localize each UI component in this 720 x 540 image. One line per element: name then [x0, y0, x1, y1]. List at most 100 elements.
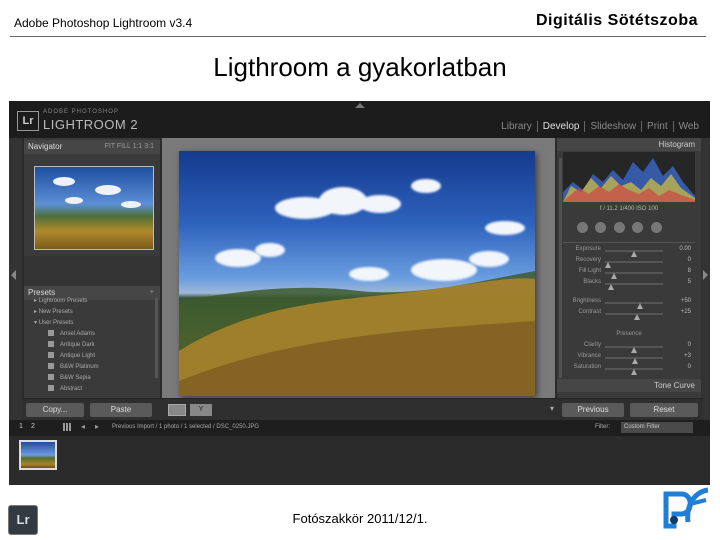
right-panel-edge[interactable] [701, 138, 710, 420]
histogram-header[interactable]: Histogram [557, 138, 701, 151]
navigator-title: Navigator [28, 142, 63, 151]
slider-value[interactable]: +25 [681, 309, 691, 315]
lightroom-screenshot: Lr ADOBE PHOTOSHOP LIGHTROOM 2 Library D… [9, 101, 710, 485]
module-print[interactable]: Print [642, 121, 674, 132]
paste-button[interactable]: Paste [90, 403, 152, 417]
left-panel-edge[interactable] [9, 138, 22, 420]
camera-club-logo-icon [663, 487, 709, 529]
module-picker: Library Develop Slideshow Print Web [496, 121, 704, 132]
preset-group[interactable]: ▸ Lightroom Presets [24, 296, 160, 307]
slider-track[interactable] [605, 272, 663, 279]
preset-item[interactable]: Antique Dark [24, 340, 160, 351]
preset-list: ▸ Lightroom Presets ▸ New Presets ▾ User… [24, 296, 160, 395]
slider-row: Vibrance +3 [563, 353, 695, 364]
reset-button[interactable]: Reset [630, 403, 698, 417]
copy-button[interactable]: Copy... [26, 403, 84, 417]
product-publisher: ADOBE PHOTOSHOP [43, 109, 119, 115]
preset-item[interactable]: B&W Platinum [24, 362, 160, 373]
histogram-chart [563, 152, 695, 202]
collapse-left-icon[interactable] [11, 270, 16, 280]
header-divider [10, 36, 706, 37]
before-after-toggle[interactable]: Y [190, 404, 212, 416]
red-eye-icon[interactable] [613, 222, 625, 233]
slider-label: Clarity [583, 342, 601, 348]
navigator-header[interactable]: Navigator FIT FILL 1:1 3:1 [24, 140, 160, 154]
preset-group[interactable]: ▸ New Presets [24, 307, 160, 318]
landscape-photo[interactable] [179, 151, 535, 396]
product-name: LIGHTROOM 2 [43, 117, 139, 132]
slider-row: Brightness +50 [563, 298, 695, 309]
left-panel-scrollbar[interactable] [155, 298, 158, 378]
filter-select[interactable]: Custom Filter [621, 422, 693, 433]
develop-toolbar: Copy... Paste Y ▾ Previous Reset [22, 398, 703, 420]
screen-1-toggle[interactable]: 1 [19, 423, 23, 430]
slider-value[interactable]: 0 [688, 257, 691, 263]
screen-2-toggle[interactable]: 2 [31, 423, 35, 430]
preset-group[interactable]: ▾ User Presets [24, 318, 160, 329]
graduated-filter-icon[interactable] [632, 222, 644, 233]
slider-track[interactable] [605, 302, 663, 309]
slider-value[interactable]: 0 [688, 364, 691, 370]
left-panel: Navigator FIT FILL 1:1 3:1 Presets + ▸ L… [24, 138, 160, 420]
slider-track[interactable] [604, 261, 663, 268]
slider-label: Brightness [572, 298, 601, 304]
slider-thumb[interactable] [631, 369, 637, 375]
slider-row: Fill Light 8 [563, 268, 695, 279]
right-panel-scrollbar[interactable] [559, 158, 562, 378]
slider-value[interactable]: +3 [684, 353, 691, 359]
preset-item[interactable]: Antique Light [24, 351, 160, 362]
module-slideshow[interactable]: Slideshow [585, 121, 643, 132]
module-web[interactable]: Web [674, 121, 704, 132]
slider-label: Blacks [583, 279, 601, 285]
slider-track[interactable] [605, 346, 663, 353]
slider-label: Contrast [578, 309, 601, 315]
slider-thumb[interactable] [633, 314, 640, 320]
develop-tools [577, 220, 677, 238]
slider-track[interactable] [605, 368, 663, 375]
navigator-preview[interactable] [34, 166, 154, 250]
preset-item[interactable]: B&W Sepia [24, 373, 160, 384]
slider-track[interactable] [605, 250, 663, 257]
crop-tool-icon[interactable] [577, 222, 588, 233]
preset-item[interactable]: Abstract [24, 384, 160, 395]
previous-button[interactable]: Previous [562, 403, 624, 417]
tone-curve-header[interactable]: Tone Curve [557, 379, 701, 392]
collapse-right-icon[interactable] [703, 270, 708, 280]
module-develop[interactable]: Develop [538, 121, 586, 132]
footer-text: Fotószakkör 2011/12/1. [292, 511, 428, 526]
grid-view-icon[interactable] [63, 423, 71, 431]
slider-value[interactable]: 8 [688, 268, 691, 274]
slider-track[interactable] [605, 357, 663, 364]
adjustment-brush-icon[interactable] [650, 222, 662, 233]
right-panel: Histogram f / 11.2 1/400 ISO 100 Exposur… [557, 138, 701, 420]
filmstrip [9, 436, 710, 485]
slider-row: Saturation 0 [563, 364, 695, 375]
slider-value[interactable]: 0 [688, 342, 691, 348]
slider-track[interactable] [605, 313, 663, 320]
slider-value[interactable]: 5 [688, 279, 691, 285]
module-picker-bar: Lr ADOBE PHOTOSHOP LIGHTROOM 2 Library D… [9, 101, 710, 138]
develop-image-area [162, 138, 555, 420]
preset-item[interactable]: Ansel Adams [24, 329, 160, 340]
slider-row: Contrast +25 [563, 309, 695, 320]
filmstrip-header: 1 2 ◂ ▸ Previous Import / 1 photo / 1 se… [9, 420, 710, 436]
source-breadcrumb[interactable]: Previous Import / 1 photo / 1 selected /… [112, 424, 259, 430]
slider-thumb[interactable] [607, 284, 614, 290]
forward-arrow-icon[interactable]: ▸ [95, 422, 99, 431]
histogram-readout: f / 11.2 1/400 ISO 100 [599, 206, 659, 212]
slider-row: Clarity 0 [563, 342, 695, 353]
filmstrip-thumbnail[interactable] [19, 440, 57, 470]
zoom-options[interactable]: FIT FILL 1:1 3:1 [105, 140, 154, 154]
slider-track[interactable] [605, 283, 663, 290]
back-arrow-icon[interactable]: ◂ [81, 422, 85, 431]
slider-value[interactable]: 0.00 [679, 246, 691, 252]
collapse-top-panel-icon[interactable] [355, 103, 365, 108]
toolbar-menu-chevron-icon[interactable]: ▾ [550, 404, 554, 413]
module-library[interactable]: Library [496, 121, 538, 132]
view-mode-icon[interactable] [168, 404, 186, 416]
filter-label: Filter: [595, 424, 610, 430]
spot-removal-icon[interactable] [595, 222, 607, 233]
slider-row: Exposure 0.00 [563, 246, 695, 257]
slider-value[interactable]: +50 [681, 298, 691, 304]
slider-row: Blacks 5 [563, 279, 695, 290]
